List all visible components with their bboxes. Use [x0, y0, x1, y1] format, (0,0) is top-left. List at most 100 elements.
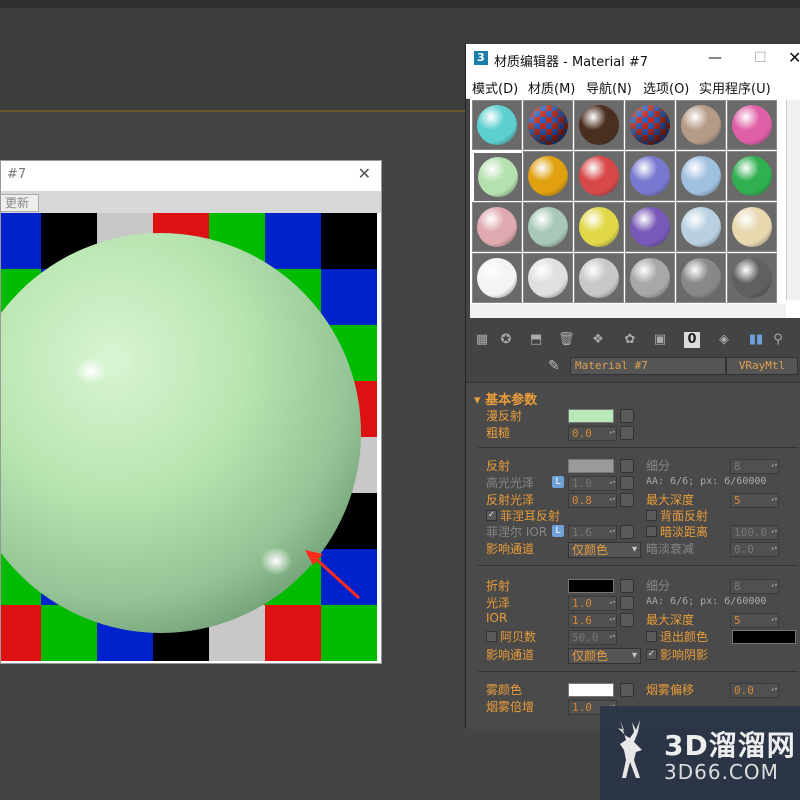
material-slot[interactable] [523, 202, 573, 252]
assign-material-icon[interactable]: ⬒ [528, 332, 544, 348]
show-end-result-icon[interactable]: ▮▮ [748, 332, 764, 348]
refract-map-button[interactable] [620, 579, 634, 593]
hilight-gloss-spinner[interactable]: 1.0 [568, 476, 617, 491]
material-slot[interactable] [676, 253, 726, 303]
refl-gloss-spinner[interactable]: 0.8 [568, 493, 617, 508]
material-slot[interactable] [625, 151, 675, 201]
rollout-title[interactable]: ▾ 基本参数 [474, 389, 537, 408]
refl-gloss-map-button[interactable] [620, 493, 634, 507]
material-slot[interactable] [727, 100, 777, 150]
make-unique-icon[interactable]: ✿ [622, 332, 638, 348]
material-slot[interactable] [574, 202, 624, 252]
refract-label: 折射 [486, 579, 511, 593]
diffuse-color-swatch[interactable] [568, 409, 614, 423]
material-sample-sphere [630, 105, 670, 145]
fog-bias-spinner[interactable]: 0.0 [730, 683, 779, 698]
lock-icon[interactable]: L [552, 476, 564, 488]
get-material-icon[interactable]: ▦ [474, 332, 490, 348]
reflect-map-button[interactable] [620, 459, 634, 473]
slots-horizontal-scrollbar[interactable] [470, 304, 786, 318]
lock-icon[interactable]: L [552, 525, 564, 537]
material-slot[interactable] [523, 151, 573, 201]
menu-options[interactable]: 选项(O) [643, 78, 689, 97]
material-slot[interactable] [523, 100, 573, 150]
menu-material[interactable]: 材质(M) [528, 78, 575, 97]
material-slot[interactable] [523, 253, 573, 303]
dim-distance-checkbox[interactable] [646, 526, 657, 537]
ior-spinner[interactable]: 1.6 [568, 613, 617, 628]
menu-utilities[interactable]: 实用程序(U) [699, 78, 771, 97]
material-slot[interactable] [574, 100, 624, 150]
copy-material-icon[interactable]: ❖ [590, 332, 606, 348]
eyedropper-icon[interactable]: ✎ [548, 358, 560, 374]
diffuse-map-button[interactable] [620, 409, 634, 423]
maximize-icon[interactable]: ☐ [754, 50, 767, 66]
abbe-spinner[interactable]: 50.0 [568, 630, 617, 645]
refl-affect-dropdown[interactable]: 仅颜色 [568, 542, 641, 558]
material-slot[interactable] [472, 253, 522, 303]
refl-subdivs-label: 细分 [646, 459, 671, 473]
material-slot[interactable] [625, 253, 675, 303]
reflect-label: 反射 [486, 459, 511, 473]
material-sample-sphere [732, 207, 772, 247]
fog-color-swatch[interactable] [568, 683, 614, 697]
material-slot[interactable] [676, 151, 726, 201]
refract-color-swatch[interactable] [568, 579, 614, 593]
fresnel-ior-map-button[interactable] [620, 525, 634, 539]
affect-shadows-checkbox[interactable]: ✓ [646, 649, 657, 660]
dim-distance-spinner[interactable]: 100.0 [730, 525, 779, 540]
material-name-field[interactable]: Material #7 [570, 357, 726, 375]
refr-subdivs-spinner[interactable]: 8 [730, 579, 779, 594]
close-icon[interactable]: ✕ [788, 48, 800, 67]
material-slot[interactable] [727, 202, 777, 252]
material-sample-sphere [528, 105, 568, 145]
dim-falloff-spinner[interactable]: 0.0 [730, 542, 779, 557]
roughness-spinner[interactable]: 0.0 [568, 426, 617, 441]
fresnel-ior-spinner[interactable]: 1.6 [568, 525, 617, 540]
watermark-url: 3D66.COM [664, 760, 779, 784]
material-slot[interactable] [625, 100, 675, 150]
back-reflect-checkbox[interactable] [646, 510, 657, 521]
slots-vertical-scrollbar[interactable] [786, 100, 800, 300]
material-slot[interactable] [676, 100, 726, 150]
material-slot[interactable] [574, 253, 624, 303]
reflect-color-swatch[interactable] [568, 459, 614, 473]
abbe-label: 阿贝数 [500, 630, 537, 644]
material-slot[interactable] [472, 100, 522, 150]
hilight-map-button[interactable] [620, 476, 634, 490]
gloss-spinner[interactable]: 1.0 [568, 596, 617, 611]
material-slot[interactable] [574, 151, 624, 201]
material-slot[interactable] [676, 202, 726, 252]
roughness-map-button[interactable] [620, 426, 634, 440]
ior-map-button[interactable] [620, 613, 634, 627]
save-to-library-icon[interactable]: ▣ [652, 332, 668, 348]
refr-max-depth-spinner[interactable]: 5 [730, 613, 779, 628]
close-icon[interactable]: ✕ [358, 164, 371, 183]
go-to-parent-icon[interactable]: ⚲ [770, 332, 786, 348]
show-map-icon[interactable]: ◈ [716, 332, 732, 348]
material-slot[interactable] [472, 202, 522, 252]
exit-color-checkbox[interactable] [646, 631, 657, 642]
material-slot[interactable] [472, 151, 524, 203]
fresnel-checkbox[interactable]: ✓ [486, 510, 497, 521]
minimize-icon[interactable]: — [708, 50, 722, 66]
put-to-scene-icon[interactable]: ✪ [498, 332, 514, 348]
delete-material-icon[interactable]: 🗑 [558, 332, 575, 348]
menu-navigation[interactable]: 导航(N) [586, 78, 632, 97]
material-slot[interactable] [727, 151, 777, 201]
material-id-icon[interactable]: 0 [684, 332, 700, 348]
gloss-map-button[interactable] [620, 596, 634, 610]
highlight [75, 357, 107, 385]
refr-affect-dropdown[interactable]: 仅颜色 [568, 648, 641, 664]
separator [478, 671, 798, 672]
refl-max-depth-spinner[interactable]: 5 [730, 493, 779, 508]
material-type-button[interactable]: VRayMtl [726, 357, 798, 375]
update-button[interactable]: 更新 [1, 194, 39, 212]
refl-subdivs-spinner[interactable]: 8 [730, 459, 779, 474]
material-slot[interactable] [727, 253, 777, 303]
exit-color-swatch[interactable] [732, 630, 796, 644]
menu-mode[interactable]: 模式(D) [472, 78, 518, 97]
material-slot[interactable] [625, 202, 675, 252]
fog-color-map-button[interactable] [620, 683, 634, 697]
abbe-checkbox[interactable] [486, 631, 497, 642]
